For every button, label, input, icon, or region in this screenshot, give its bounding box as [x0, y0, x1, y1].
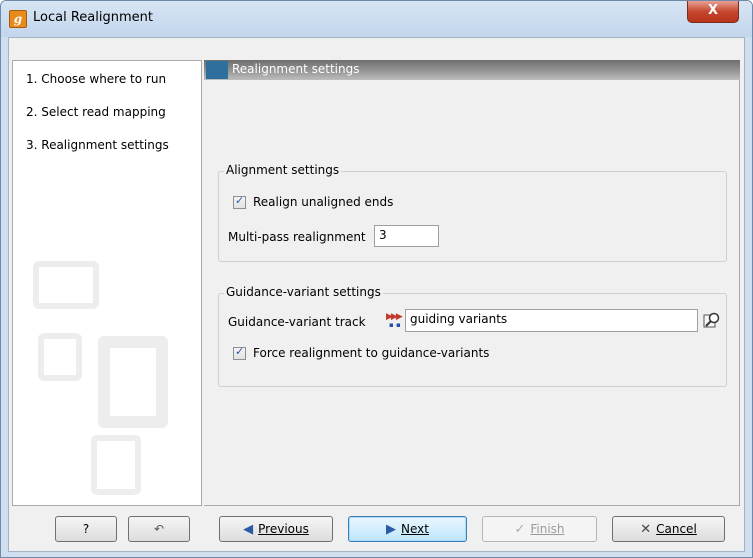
finish-button[interactable]: ✓ Finish: [482, 516, 597, 542]
guidance-variant-settings-title: Guidance-variant settings: [224, 285, 383, 299]
section-marker: [206, 61, 228, 79]
next-button-label: Next: [401, 522, 429, 536]
help-button-label: ?: [82, 522, 90, 536]
watermark-decoration: [33, 261, 99, 309]
next-button[interactable]: ▶ Next: [348, 516, 467, 542]
guidance-variant-track-field[interactable]: guiding variants: [405, 309, 698, 332]
checkmark-icon: ✓: [235, 345, 245, 358]
right-arrow-icon: ▶: [386, 522, 397, 537]
undo-arrow-icon: ↶: [153, 522, 165, 536]
title-bar[interactable]: g Local Realignment X: [1, 1, 752, 37]
wizard-steps-panel: 1. Choose where to run 2. Select read ma…: [12, 60, 202, 506]
force-realignment-checkbox[interactable]: ✓: [233, 345, 246, 360]
left-arrow-icon: ◀: [243, 522, 254, 537]
section-title: Realignment settings: [232, 62, 360, 76]
window-title: Local Realignment: [33, 10, 153, 25]
checkmark-icon: ✓: [514, 522, 526, 537]
help-button[interactable]: ?: [55, 516, 117, 542]
previous-button[interactable]: ◀ Previous: [219, 516, 333, 542]
watermark-decoration: [91, 435, 141, 495]
close-button[interactable]: X: [687, 1, 739, 23]
multipass-realignment-input[interactable]: 3: [374, 225, 439, 247]
cancel-x-icon: ✕: [640, 522, 652, 537]
realign-unaligned-ends-checkbox[interactable]: ✓: [233, 194, 246, 209]
reset-button[interactable]: ↶: [128, 516, 190, 542]
cancel-button[interactable]: ✕ Cancel: [612, 516, 725, 542]
cancel-button-label: Cancel: [656, 522, 697, 536]
alignment-settings-title: Alignment settings: [224, 163, 342, 177]
force-realignment-label: Force realignment to guidance-variants: [253, 346, 490, 360]
settings-panel: [204, 60, 740, 506]
checkmark-icon: ✓: [235, 194, 245, 207]
section-header: Realignment settings: [204, 60, 740, 80]
alignment-settings-group: [218, 171, 727, 262]
multipass-realignment-label: Multi-pass realignment: [228, 230, 366, 244]
variant-track-dots-icon: ▪ ▪: [389, 321, 401, 329]
step-realignment-settings: 3. Realignment settings: [26, 138, 169, 152]
guidance-variant-settings-group: [218, 293, 727, 387]
watermark-decoration: [38, 333, 82, 381]
step-select-read-mapping: 2. Select read mapping: [26, 105, 166, 119]
app-logo-icon: g: [9, 10, 27, 28]
step-choose-where-to-run: 1. Choose where to run: [26, 72, 167, 86]
finish-button-label: Finish: [530, 522, 565, 536]
variant-track-icon: ▶▶▶ ▪ ▪: [386, 312, 403, 329]
browse-search-icon[interactable]: [703, 311, 721, 329]
guidance-variant-track-label: Guidance-variant track: [228, 315, 366, 329]
previous-button-label: Previous: [258, 522, 309, 536]
realign-unaligned-ends-label: Realign unaligned ends: [253, 195, 394, 209]
watermark-decoration: [98, 336, 168, 428]
